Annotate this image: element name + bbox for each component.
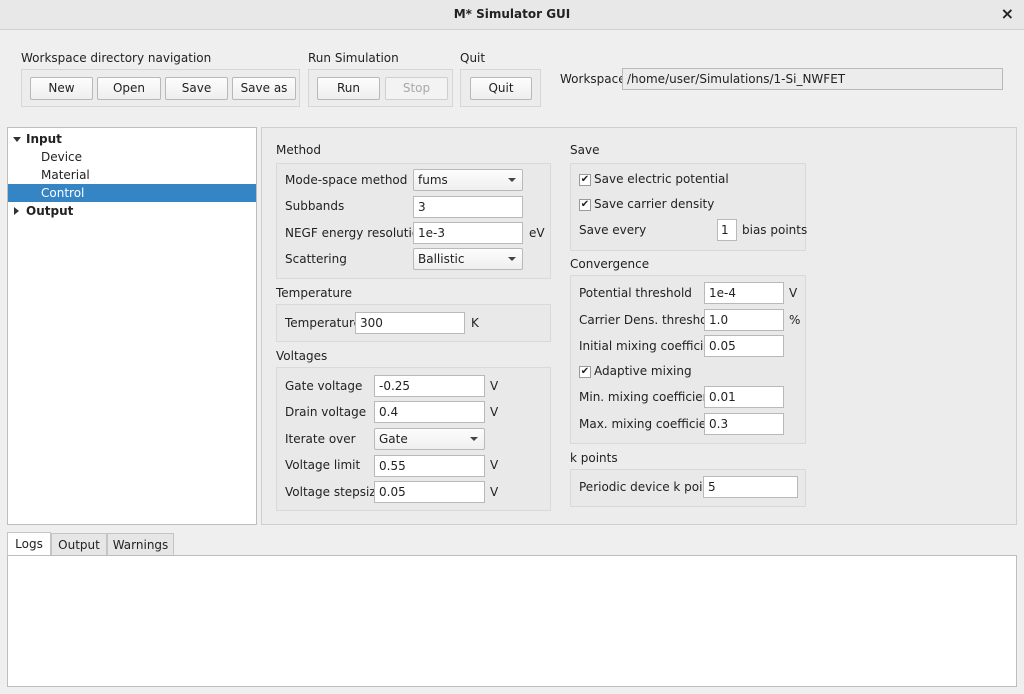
negf-label: NEGF energy resolution xyxy=(285,226,427,240)
kpoints-input[interactable]: 5 xyxy=(703,476,798,498)
check-icon: ✔ xyxy=(580,366,590,377)
save-every-label: Save every xyxy=(579,223,647,237)
close-icon[interactable]: × xyxy=(1001,4,1014,23)
drain-voltage-label: Drain voltage xyxy=(285,405,367,419)
nav-group: New Open Save Save as xyxy=(21,69,300,107)
tree-item-device-label: Device xyxy=(41,150,83,164)
min-mixing-input[interactable]: 0.01 xyxy=(704,386,784,408)
gate-voltage-input[interactable]: -0.25 xyxy=(374,375,485,397)
chevron-down-icon xyxy=(508,178,516,182)
open-button[interactable]: Open xyxy=(97,77,161,100)
voltage-stepsize-label: Voltage stepsize xyxy=(285,485,384,499)
tree-item-control[interactable]: Control xyxy=(8,184,256,202)
max-mixing-label: Max. mixing coefficient xyxy=(579,417,719,431)
subbands-input[interactable]: 3 xyxy=(413,196,523,218)
negf-unit: eV xyxy=(529,226,545,240)
temperature-unit: K xyxy=(471,316,479,330)
drain-voltage-input[interactable]: 0.4 xyxy=(374,401,485,423)
method-title: Method xyxy=(276,143,322,157)
potential-threshold-input[interactable]: 1e-4 xyxy=(704,282,784,304)
log-text-area[interactable] xyxy=(7,555,1017,687)
potential-threshold-unit: V xyxy=(789,286,798,300)
tab-warnings[interactable]: Warnings xyxy=(107,533,174,556)
scattering-value: Ballistic xyxy=(418,252,465,266)
negf-input[interactable]: 1e-3 xyxy=(413,222,523,244)
new-button[interactable]: New xyxy=(30,77,93,100)
save-density-label: Save carrier density xyxy=(594,197,715,211)
voltage-limit-input[interactable]: 0.55 xyxy=(374,455,485,477)
tree-item-control-label: Control xyxy=(41,186,85,200)
potential-threshold-label: Potential threshold xyxy=(579,286,692,300)
mode-space-value: fums xyxy=(418,173,448,187)
subbands-label: Subbands xyxy=(285,199,345,213)
kpoints-label: Periodic device k points xyxy=(579,480,722,494)
scattering-select[interactable]: Ballistic xyxy=(413,248,523,270)
workspace-label: Workspace xyxy=(560,72,626,86)
quit-button[interactable]: Quit xyxy=(470,77,532,100)
save-title: Save xyxy=(570,143,600,157)
tree-item-material-label: Material xyxy=(41,168,90,182)
check-icon: ✔ xyxy=(580,174,590,185)
iterate-over-label: Iterate over xyxy=(285,432,356,446)
temperature-title: Temperature xyxy=(276,286,353,300)
window-title: M* Simulator GUI xyxy=(453,7,571,21)
carrier-threshold-input[interactable]: 1.0 xyxy=(704,309,784,331)
voltages-title: Voltages xyxy=(276,349,328,363)
tree-item-input[interactable]: Input xyxy=(8,130,256,148)
triangle-down-icon[interactable] xyxy=(13,137,21,142)
voltage-limit-unit: V xyxy=(490,458,499,472)
convergence-title: Convergence xyxy=(570,257,650,271)
scattering-label: Scattering xyxy=(285,252,347,266)
chevron-down-icon xyxy=(508,257,516,261)
quit-group-label: Quit xyxy=(460,51,486,65)
carrier-threshold-label: Carrier Dens. threshold xyxy=(579,313,719,327)
min-mixing-label: Min. mixing coefficient xyxy=(579,390,715,404)
gate-voltage-unit: V xyxy=(490,379,499,393)
temperature-label: Temperature xyxy=(285,316,362,330)
mode-space-select[interactable]: fums xyxy=(413,169,523,191)
drain-voltage-unit: V xyxy=(490,405,499,419)
initial-mixing-label: Initial mixing coefficient xyxy=(579,339,724,353)
navigation-tree[interactable]: Input Device Material Control Output xyxy=(7,127,257,525)
tree-item-output[interactable]: Output xyxy=(8,202,256,220)
workspace-path-field[interactable]: /home/user/Simulations/1-Si_NWFET xyxy=(622,68,1003,90)
save-as-button[interactable]: Save as xyxy=(232,77,296,100)
voltage-stepsize-unit: V xyxy=(490,485,499,499)
nav-group-label: Workspace directory navigation xyxy=(21,51,212,65)
run-button[interactable]: Run xyxy=(317,77,380,100)
carrier-threshold-unit: % xyxy=(789,313,801,327)
stop-button[interactable]: Stop xyxy=(385,77,448,100)
tree-item-input-label: Input xyxy=(26,132,62,146)
save-button[interactable]: Save xyxy=(165,77,228,100)
initial-mixing-input[interactable]: 0.05 xyxy=(704,335,784,357)
check-icon: ✔ xyxy=(580,199,590,210)
save-potential-checkbox[interactable]: ✔ xyxy=(579,174,591,186)
tab-output[interactable]: Output xyxy=(51,533,107,556)
adaptive-mixing-checkbox[interactable]: ✔ xyxy=(579,366,591,378)
temperature-input[interactable]: 300 xyxy=(355,312,465,334)
voltage-limit-label: Voltage limit xyxy=(285,458,361,472)
adaptive-mixing-label: Adaptive mixing xyxy=(594,364,692,378)
max-mixing-input[interactable]: 0.3 xyxy=(704,413,784,435)
gate-voltage-label: Gate voltage xyxy=(285,379,363,393)
chevron-down-icon xyxy=(470,437,478,441)
voltage-stepsize-input[interactable]: 0.05 xyxy=(374,481,485,503)
tab-logs[interactable]: Logs xyxy=(7,532,51,557)
mode-space-label: Mode-space method xyxy=(285,173,408,187)
iterate-over-value: Gate xyxy=(379,432,408,446)
quit-group: Quit xyxy=(460,69,541,107)
run-group: Run Stop xyxy=(308,69,453,107)
iterate-over-select[interactable]: Gate xyxy=(374,428,485,450)
kpoints-title: k points xyxy=(570,451,618,465)
save-density-checkbox[interactable]: ✔ xyxy=(579,199,591,211)
save-potential-label: Save electric potential xyxy=(594,172,729,186)
triangle-right-icon[interactable] xyxy=(14,207,19,215)
title-bar: M* Simulator GUI × xyxy=(0,0,1024,30)
save-every-input[interactable]: 1 xyxy=(717,219,737,241)
save-every-unit: bias points xyxy=(742,223,808,237)
tree-item-output-label: Output xyxy=(26,204,74,218)
tree-item-device[interactable]: Device xyxy=(8,148,256,166)
run-group-label: Run Simulation xyxy=(308,51,399,65)
tree-item-material[interactable]: Material xyxy=(8,166,256,184)
